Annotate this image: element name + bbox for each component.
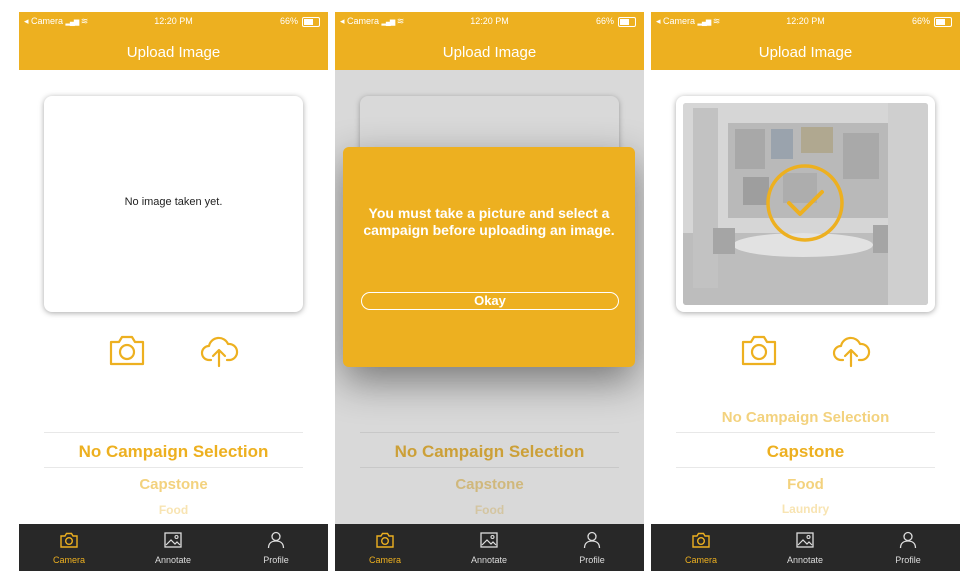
- tab-camera[interactable]: Camera: [666, 524, 736, 571]
- page-title: Upload Image: [758, 44, 853, 61]
- tab-profile[interactable]: Profile: [241, 524, 311, 571]
- tab-label: Camera: [684, 555, 717, 565]
- status-bar: ◂ Camera ▂▄▆ ≋ 12:20 PM 66%: [19, 16, 328, 28]
- tab-label: Profile: [895, 555, 921, 565]
- alert-message: You must take a picture and select a cam…: [363, 205, 615, 238]
- picker-option[interactable]: Food: [44, 503, 303, 517]
- picker-divider: [676, 432, 935, 433]
- tab-annotate[interactable]: Annotate: [770, 524, 840, 571]
- camera-icon: [741, 335, 777, 366]
- tab-bar: Camera Annotate Profile: [335, 524, 644, 571]
- tab-label: Annotate: [154, 555, 192, 565]
- campaign-picker[interactable]: No Campaign Selection Capstone Food: [44, 432, 303, 537]
- tab-label: Annotate: [786, 555, 824, 565]
- status-bar: ◂ Camera ▂▄▆ ≋ 12:20 PM 66%: [651, 16, 960, 28]
- screen-upload-empty: ◂ Camera ▂▄▆ ≋ 12:20 PM 66% Upload Image…: [19, 12, 328, 571]
- picker-selected-option[interactable]: No Campaign Selection: [44, 442, 303, 462]
- image-preview-card: No image taken yet.: [44, 96, 303, 312]
- tab-label: Annotate: [470, 555, 508, 565]
- tab-camera[interactable]: Camera: [350, 524, 420, 571]
- nav-header: ◂ Camera ▂▄▆ ≋ 12:20 PM 66% Upload Image: [19, 12, 328, 70]
- tab-label: Profile: [263, 555, 289, 565]
- tab-profile[interactable]: Profile: [557, 524, 627, 571]
- image-icon: [164, 532, 182, 548]
- campaign-picker[interactable]: No Campaign Selection Capstone Food Laun…: [676, 407, 935, 537]
- take-photo-button[interactable]: [107, 330, 147, 370]
- tab-label: Profile: [579, 555, 605, 565]
- person-icon: [583, 531, 601, 549]
- image-icon: [480, 532, 498, 548]
- nav-header: ◂ Camera ▂▄▆ ≋ 12:20 PM 66% Upload Image: [335, 12, 644, 70]
- picker-option[interactable]: Capstone: [44, 476, 303, 493]
- camera-icon: [109, 335, 145, 366]
- image-preview-card: [676, 96, 935, 312]
- nav-header: ◂ Camera ▂▄▆ ≋ 12:20 PM 66% Upload Image: [651, 12, 960, 70]
- picker-option[interactable]: Food: [676, 476, 935, 493]
- person-icon: [267, 531, 285, 549]
- alert-dialog: You must take a picture and select a cam…: [343, 147, 635, 367]
- battery-icon: [302, 17, 320, 27]
- tab-label: Camera: [368, 555, 401, 565]
- picker-option[interactable]: Laundry: [676, 502, 935, 516]
- tab-camera[interactable]: Camera: [34, 524, 104, 571]
- take-photo-button[interactable]: [739, 330, 779, 370]
- status-bar: ◂ Camera ▂▄▆ ≋ 12:20 PM 66%: [335, 16, 644, 28]
- picker-divider: [676, 467, 935, 468]
- image-icon: [796, 532, 814, 548]
- battery-percent: 66%: [279, 16, 298, 26]
- captured-photo: [683, 103, 928, 305]
- cloud-upload-icon: [200, 336, 239, 368]
- tab-annotate[interactable]: Annotate: [454, 524, 524, 571]
- checkmark-circle-icon: [766, 164, 844, 242]
- tab-annotate[interactable]: Annotate: [138, 524, 208, 571]
- person-icon: [899, 531, 917, 549]
- camera-icon: [376, 532, 394, 548]
- page-title: Upload Image: [126, 44, 221, 61]
- picker-divider: [44, 432, 303, 433]
- tab-profile[interactable]: Profile: [873, 524, 943, 571]
- battery-percent: 66%: [911, 16, 930, 26]
- tab-label: Camera: [52, 555, 85, 565]
- picker-option[interactable]: No Campaign Selection: [676, 409, 935, 426]
- screen-upload-success: ◂ Camera ▂▄▆ ≋ 12:20 PM 66% Upload Image: [651, 12, 960, 571]
- tab-bar: Camera Annotate Profile: [651, 524, 960, 571]
- camera-icon: [692, 532, 710, 548]
- picker-selected-option[interactable]: Capstone: [676, 442, 935, 462]
- picker-divider: [44, 467, 303, 468]
- screen-upload-alert: ◂ Camera ▂▄▆ ≋ 12:20 PM 66% Upload Image…: [335, 12, 644, 571]
- camera-icon: [60, 532, 78, 548]
- okay-button[interactable]: Okay: [361, 292, 619, 310]
- upload-button[interactable]: [199, 330, 239, 370]
- battery-icon: [618, 17, 636, 27]
- battery-percent: 66%: [595, 16, 614, 26]
- empty-image-text: No image taken yet.: [124, 196, 223, 208]
- cloud-upload-icon: [832, 336, 871, 368]
- page-title: Upload Image: [442, 44, 537, 61]
- upload-button[interactable]: [831, 330, 871, 370]
- tab-bar: Camera Annotate Profile: [19, 524, 328, 571]
- battery-icon: [934, 17, 952, 27]
